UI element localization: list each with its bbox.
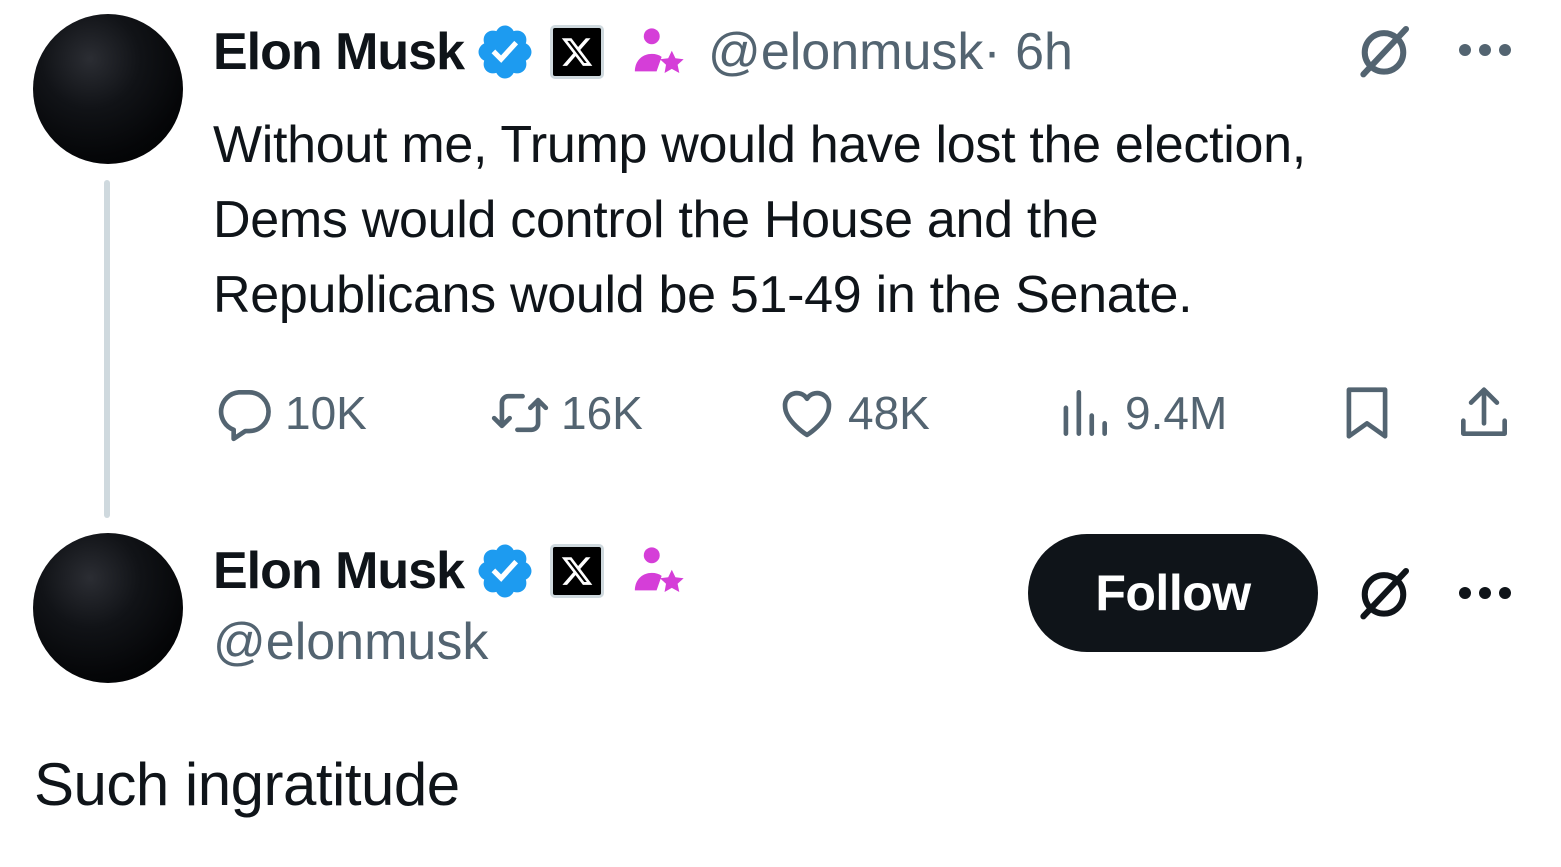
reply-icon bbox=[218, 390, 271, 442]
grok-icon[interactable] bbox=[1351, 18, 1417, 84]
bookmark-button[interactable] bbox=[1336, 378, 1398, 448]
repost-button[interactable]: 16K bbox=[489, 378, 643, 448]
share-icon bbox=[1461, 387, 1507, 436]
reply-count: 10K bbox=[285, 387, 367, 439]
author-name[interactable]: Elon Musk bbox=[213, 22, 465, 82]
like-icon bbox=[782, 390, 832, 438]
avatar[interactable] bbox=[33, 14, 183, 164]
reply-header: Elon Musk bbox=[213, 533, 688, 609]
like-count: 48K bbox=[848, 387, 930, 439]
avatar[interactable] bbox=[33, 533, 183, 683]
verified-badge-icon[interactable] bbox=[474, 540, 536, 602]
affiliate-person-star-icon bbox=[634, 28, 684, 74]
post-text: Such ingratitude bbox=[34, 751, 460, 818]
grok-icon[interactable] bbox=[1351, 560, 1417, 626]
author-name[interactable]: Elon Musk bbox=[213, 541, 465, 601]
tweet-text: Without me, Trump would have lost the el… bbox=[213, 116, 1306, 324]
more-icon[interactable] bbox=[1455, 40, 1515, 60]
verified-badge-icon[interactable] bbox=[474, 21, 536, 83]
follow-button[interactable]: Follow bbox=[1028, 534, 1318, 652]
view-count: 9.4M bbox=[1125, 387, 1228, 439]
thread-connector-line bbox=[104, 180, 110, 518]
views-icon bbox=[1063, 390, 1107, 436]
author-handle[interactable]: @elonmusk bbox=[708, 22, 983, 82]
x-affiliate-icon[interactable] bbox=[550, 25, 605, 79]
repost-icon bbox=[491, 393, 549, 433]
views-button[interactable]: 9.4M bbox=[1053, 378, 1227, 448]
reply-button[interactable]: 10K bbox=[213, 378, 367, 448]
affiliate-person-star-icon bbox=[634, 547, 684, 593]
tweet-actions: 10K 16K 48K 9.4M bbox=[213, 378, 1523, 448]
tweet-timestamp[interactable]: · 6h bbox=[983, 22, 1073, 82]
like-button[interactable]: 48K bbox=[776, 378, 930, 448]
author-handle[interactable]: @elonmusk bbox=[213, 612, 488, 672]
repost-count: 16K bbox=[561, 387, 643, 439]
bookmark-icon bbox=[1346, 387, 1388, 439]
x-affiliate-icon[interactable] bbox=[550, 544, 605, 598]
share-button[interactable] bbox=[1453, 378, 1515, 448]
more-icon[interactable] bbox=[1455, 583, 1515, 603]
tweet-header: Elon Musk @elonmusk · 6h bbox=[213, 14, 1073, 90]
